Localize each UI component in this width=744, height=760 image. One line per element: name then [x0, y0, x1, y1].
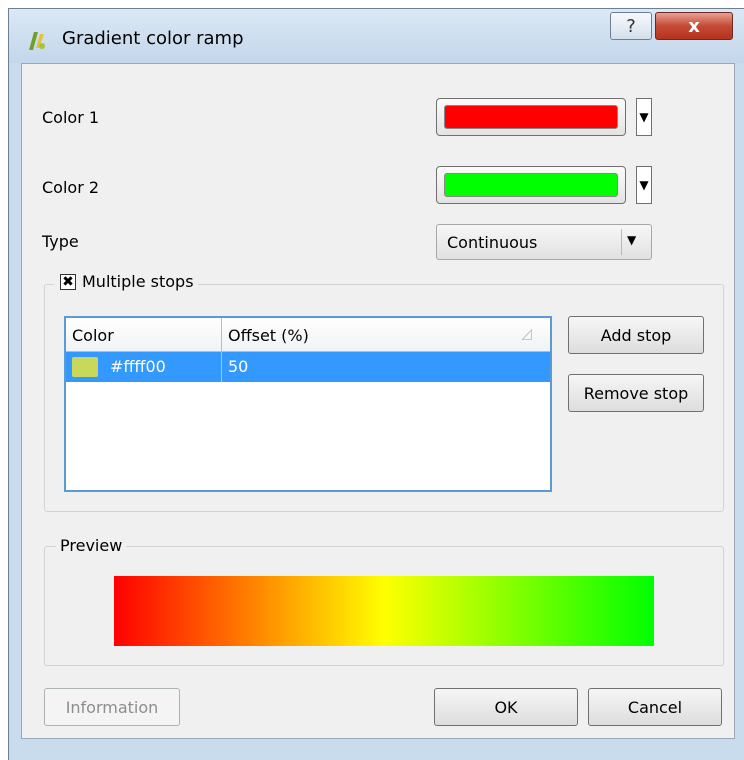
help-icon: ? [626, 15, 636, 37]
remove-stop-button[interactable]: Remove stop [568, 374, 704, 412]
chevron-down-icon: ▼ [627, 233, 637, 247]
window-bottom-border [9, 739, 744, 760]
multiple-stops-checkbox[interactable]: ✖ [60, 274, 76, 290]
type-select[interactable]: Continuous ▼ [436, 224, 652, 260]
stops-table[interactable]: Color Offset (%) ◿ #ffff00 50 [64, 316, 552, 492]
ok-button[interactable]: OK [434, 688, 578, 726]
type-label: Type [42, 232, 79, 251]
color1-dropdown-arrow[interactable]: ▼ [636, 98, 652, 136]
color1-swatch [444, 105, 618, 129]
color2-button[interactable] [436, 166, 626, 204]
stop-color-swatch [72, 357, 98, 377]
window-title: Gradient color ramp [62, 28, 244, 49]
add-stop-button[interactable]: Add stop [568, 316, 704, 354]
gradient-preview [114, 576, 654, 646]
sort-indicator-icon: ◿ [521, 326, 532, 342]
color1-label: Color 1 [42, 108, 100, 127]
close-button[interactable]: x [655, 12, 733, 40]
screen-margin [0, 0, 744, 8]
preview-label: Preview [56, 536, 127, 555]
stop-color-value: #ffff00 [110, 357, 166, 376]
column-header-color[interactable]: Color [66, 318, 222, 352]
color1-button[interactable] [436, 98, 626, 136]
type-select-value: Continuous [447, 233, 538, 252]
color2-label: Color 2 [42, 178, 100, 197]
close-icon: x [688, 15, 700, 37]
color2-swatch [444, 173, 618, 197]
gradient-ramp-app-icon [29, 32, 45, 50]
table-row[interactable]: #ffff00 50 [66, 352, 550, 382]
column-header-offset[interactable]: Offset (%) ◿ [222, 318, 550, 352]
color2-dropdown-arrow[interactable]: ▼ [636, 166, 652, 204]
stop-offset-value: 50 [228, 357, 249, 376]
cancel-button[interactable]: Cancel [588, 688, 722, 726]
help-button[interactable]: ? [610, 12, 652, 40]
information-button[interactable]: Information [44, 688, 180, 726]
